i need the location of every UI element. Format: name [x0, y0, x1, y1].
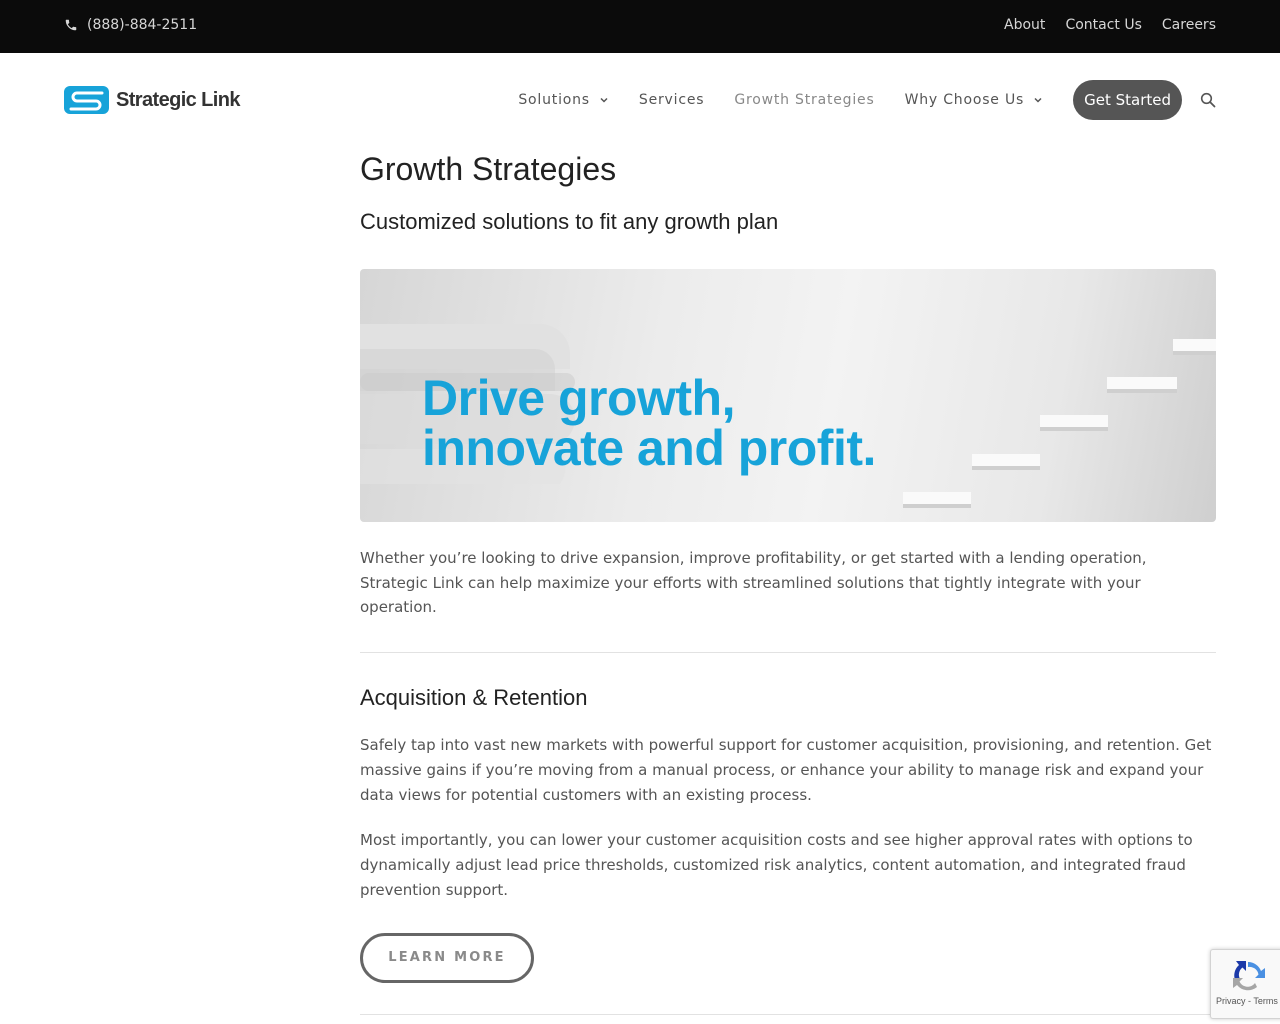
- recaptcha-icon: [1233, 961, 1265, 991]
- about-link[interactable]: About: [1004, 17, 1045, 33]
- acquisition-paragraph-2: Most importantly, you can lower your cus…: [360, 830, 1193, 899]
- top-links: About Contact Us Careers: [1004, 17, 1216, 33]
- nav-services[interactable]: Services: [639, 92, 704, 108]
- hero-headline: Drive growth, innovate and profit.: [422, 373, 876, 473]
- section-divider: [360, 651, 1216, 653]
- recaptcha-links[interactable]: Privacy - Terms: [1216, 996, 1278, 1006]
- site-header: Strategic Link Solutions Services Growth…: [0, 53, 1280, 147]
- main-nav: Solutions Services Growth Strategies Why…: [518, 80, 1216, 120]
- nav-why-choose-us[interactable]: Why Choose Us: [905, 92, 1044, 108]
- nav-solutions-label: Solutions: [518, 92, 590, 108]
- learn-more-button[interactable]: LEARN MORE: [360, 932, 534, 983]
- careers-link[interactable]: Careers: [1162, 17, 1216, 33]
- nav-services-label: Services: [638, 92, 705, 108]
- hero-line-1: Drive growth,: [422, 370, 735, 426]
- staircase-steps: [903, 339, 1216, 508]
- contact-us-link[interactable]: Contact Us: [1065, 17, 1141, 33]
- chevron-down-icon: [1034, 97, 1042, 103]
- main-content: Growth Strategies Customized solutions t…: [360, 147, 1216, 1015]
- recaptcha-badge[interactable]: Privacy - Terms: [1210, 949, 1280, 1019]
- phone-number: (888)-884-2511: [87, 17, 198, 33]
- nav-growth-strategies[interactable]: Growth Strategies: [734, 92, 874, 108]
- hero-banner: Drive growth, innovate and profit.: [360, 269, 1216, 522]
- chevron-down-icon: [600, 97, 608, 103]
- nav-why-choose-us-label: Why Choose Us: [904, 92, 1025, 108]
- phone-link[interactable]: (888)-884-2511: [64, 17, 197, 33]
- top-bar: (888)-884-2511 About Contact Us Careers: [0, 0, 1280, 53]
- section-title-acquisition: Acquisition & Retention: [360, 684, 588, 710]
- nav-growth-strategies-label: Growth Strategies: [734, 92, 875, 108]
- phone-icon: [65, 19, 77, 31]
- logo-mark-icon: [64, 86, 109, 114]
- search-icon[interactable]: [1200, 92, 1216, 108]
- intro-paragraph: Whether you’re looking to drive expansio…: [360, 549, 1147, 616]
- logo-text: Strategic Link: [116, 88, 240, 111]
- nav-solutions[interactable]: Solutions: [518, 92, 609, 108]
- page-subtitle: Customized solutions to fit any growth p…: [360, 209, 779, 234]
- logo[interactable]: Strategic Link: [64, 86, 240, 114]
- hero-line-2: innovate and profit.: [422, 420, 876, 476]
- acquisition-paragraph-1: Safely tap into vast new markets with po…: [360, 735, 1212, 804]
- page-title: Growth Strategies: [360, 151, 617, 187]
- section-divider-bottom: [360, 1013, 1216, 1015]
- get-started-button[interactable]: Get Started: [1073, 80, 1182, 120]
